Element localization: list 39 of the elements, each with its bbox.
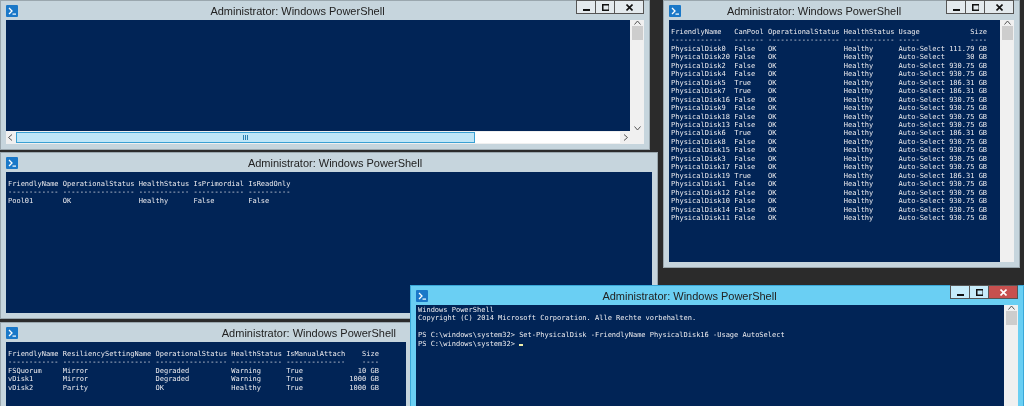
window-title: Administrator: Windows PowerShell [247,156,423,169]
scroll-up-icon [633,20,641,25]
maximize-button[interactable] [595,0,615,14]
scroll-up-icon [1003,20,1011,25]
close-button[interactable] [984,0,1014,14]
close-button[interactable] [614,0,644,14]
terminal-icon [416,289,428,302]
terminal-icon [669,4,681,17]
terminal-icon [6,156,18,169]
window-title: Administrator: Windows PowerShell [726,4,902,17]
maximize-button[interactable] [965,0,985,14]
maximize-icon [971,3,979,11]
scroll-thumb[interactable] [16,132,476,143]
maximize-icon [975,288,983,296]
scroll-thumb[interactable] [1005,311,1017,325]
scroll-up-icon [1007,305,1015,310]
console-pane[interactable] [6,342,406,406]
grip-icon [243,135,248,140]
window-title: Administrator: Windows PowerShell [221,326,396,339]
close-icon [999,288,1007,296]
scroll-thumb[interactable] [631,26,643,40]
minimize-button[interactable] [576,0,596,14]
vertical-scrollbar[interactable] [630,20,644,131]
window-title: Administrator: Windows PowerShell [602,289,777,302]
terminal-icon [6,326,18,339]
maximize-button[interactable] [969,285,989,299]
scroll-down-icon [633,126,641,131]
minimize-button[interactable] [950,285,970,299]
terminal-icon [6,4,18,17]
close-button[interactable] [988,285,1018,299]
console-pane[interactable] [669,20,1000,262]
maximize-icon [601,3,609,11]
close-icon [625,3,633,11]
close-icon [995,3,1003,11]
vertical-scrollbar[interactable] [1000,20,1014,262]
minimize-button[interactable] [946,0,966,14]
vertical-scrollbar[interactable] [1004,305,1018,406]
window-title: Administrator: Windows PowerShell [210,4,385,17]
scroll-thumb[interactable] [1001,26,1013,40]
